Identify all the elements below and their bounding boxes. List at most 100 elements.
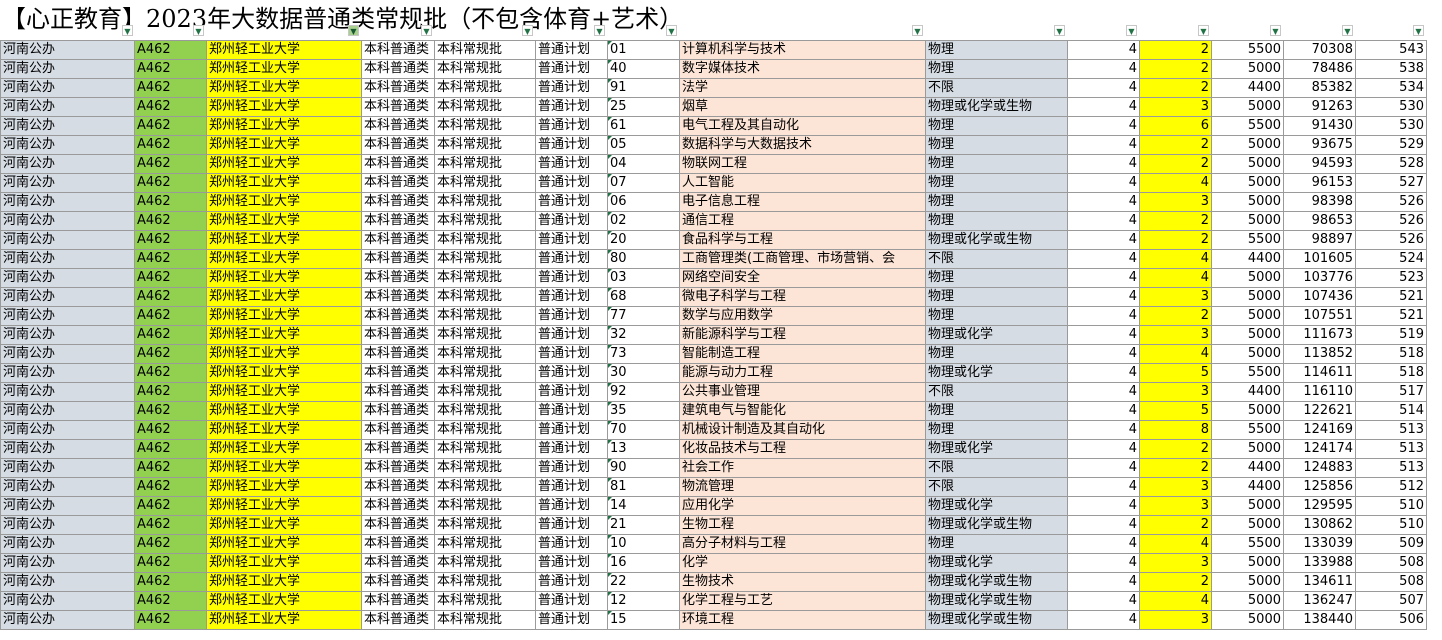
province-cell[interactable]: 河南公办 bbox=[0, 401, 135, 421]
subject-requirement-cell[interactable]: 不限 bbox=[925, 249, 1068, 269]
duration-years-cell[interactable]: 4 bbox=[1067, 363, 1140, 383]
plan-count-cell[interactable]: 2 bbox=[1139, 515, 1212, 535]
school-code-cell[interactable]: A462 bbox=[134, 591, 207, 611]
batch-cell[interactable]: 本科常规批 bbox=[434, 173, 536, 193]
min-rank-cell[interactable]: 93675 bbox=[1283, 135, 1356, 155]
subject-requirement-cell[interactable]: 物理 bbox=[925, 287, 1068, 307]
filter-dropdown-plan-count[interactable]: ▼ bbox=[1198, 25, 1209, 36]
min-score-cell[interactable]: 530 bbox=[1355, 97, 1427, 117]
min-score-cell[interactable]: 514 bbox=[1355, 401, 1427, 421]
min-score-cell[interactable]: 513 bbox=[1355, 420, 1427, 440]
major-code-cell[interactable]: 10 bbox=[607, 534, 680, 554]
category-cell[interactable]: 本科普通类 bbox=[361, 97, 435, 117]
plan-count-cell[interactable]: 3 bbox=[1139, 477, 1212, 497]
province-cell[interactable]: 河南公办 bbox=[0, 211, 135, 231]
min-rank-cell[interactable]: 122621 bbox=[1283, 401, 1356, 421]
plan-type-cell[interactable]: 普通计划 bbox=[535, 116, 608, 136]
plan-type-cell[interactable]: 普通计划 bbox=[535, 553, 608, 573]
plan-type-cell[interactable]: 普通计划 bbox=[535, 97, 608, 117]
category-cell[interactable]: 本科普通类 bbox=[361, 515, 435, 535]
major-name-cell[interactable]: 计算机科学与技术 bbox=[679, 40, 926, 60]
min-rank-cell[interactable]: 125856 bbox=[1283, 477, 1356, 497]
category-cell[interactable]: 本科普通类 bbox=[361, 173, 435, 193]
tuition-fee-cell[interactable]: 5500 bbox=[1211, 534, 1284, 554]
category-cell[interactable]: 本科普通类 bbox=[361, 59, 435, 79]
batch-cell[interactable]: 本科常规批 bbox=[434, 553, 536, 573]
category-cell[interactable]: 本科普通类 bbox=[361, 439, 435, 459]
subject-requirement-cell[interactable]: 物理或化学或生物 bbox=[925, 610, 1068, 630]
duration-years-cell[interactable]: 4 bbox=[1067, 40, 1140, 60]
plan-type-cell[interactable]: 普通计划 bbox=[535, 192, 608, 212]
tuition-fee-cell[interactable]: 5500 bbox=[1211, 230, 1284, 250]
school-code-cell[interactable]: A462 bbox=[134, 382, 207, 402]
province-cell[interactable]: 河南公办 bbox=[0, 515, 135, 535]
province-cell[interactable]: 河南公办 bbox=[0, 534, 135, 554]
category-cell[interactable]: 本科普通类 bbox=[361, 306, 435, 326]
subject-requirement-cell[interactable]: 不限 bbox=[925, 477, 1068, 497]
major-name-cell[interactable]: 智能制造工程 bbox=[679, 344, 926, 364]
province-cell[interactable]: 河南公办 bbox=[0, 230, 135, 250]
duration-years-cell[interactable]: 4 bbox=[1067, 610, 1140, 630]
duration-years-cell[interactable]: 4 bbox=[1067, 325, 1140, 345]
school-code-cell[interactable]: A462 bbox=[134, 211, 207, 231]
plan-count-cell[interactable]: 5 bbox=[1139, 363, 1212, 383]
min-rank-cell[interactable]: 101605 bbox=[1283, 249, 1356, 269]
major-code-cell[interactable]: 12 bbox=[607, 591, 680, 611]
tuition-fee-cell[interactable]: 5500 bbox=[1211, 116, 1284, 136]
duration-years-cell[interactable]: 4 bbox=[1067, 420, 1140, 440]
tuition-fee-cell[interactable]: 4400 bbox=[1211, 458, 1284, 478]
plan-type-cell[interactable]: 普通计划 bbox=[535, 382, 608, 402]
min-score-cell[interactable]: 518 bbox=[1355, 344, 1427, 364]
batch-cell[interactable]: 本科常规批 bbox=[434, 306, 536, 326]
university-cell[interactable]: 郑州轻工业大学 bbox=[206, 553, 362, 573]
major-code-cell[interactable]: 14 bbox=[607, 496, 680, 516]
school-code-cell[interactable]: A462 bbox=[134, 534, 207, 554]
plan-count-cell[interactable]: 3 bbox=[1139, 553, 1212, 573]
batch-cell[interactable]: 本科常规批 bbox=[434, 496, 536, 516]
plan-type-cell[interactable]: 普通计划 bbox=[535, 515, 608, 535]
school-code-cell[interactable]: A462 bbox=[134, 306, 207, 326]
university-cell[interactable]: 郑州轻工业大学 bbox=[206, 154, 362, 174]
province-cell[interactable]: 河南公办 bbox=[0, 477, 135, 497]
province-cell[interactable]: 河南公办 bbox=[0, 306, 135, 326]
major-name-cell[interactable]: 数据科学与大数据技术 bbox=[679, 135, 926, 155]
tuition-fee-cell[interactable]: 4400 bbox=[1211, 78, 1284, 98]
min-rank-cell[interactable]: 138440 bbox=[1283, 610, 1356, 630]
min-score-cell[interactable]: 510 bbox=[1355, 515, 1427, 535]
category-cell[interactable]: 本科普通类 bbox=[361, 477, 435, 497]
school-code-cell[interactable]: A462 bbox=[134, 40, 207, 60]
tuition-fee-cell[interactable]: 5500 bbox=[1211, 420, 1284, 440]
school-code-cell[interactable]: A462 bbox=[134, 116, 207, 136]
batch-cell[interactable]: 本科常规批 bbox=[434, 192, 536, 212]
province-cell[interactable]: 河南公办 bbox=[0, 97, 135, 117]
major-code-cell[interactable]: 20 bbox=[607, 230, 680, 250]
school-code-cell[interactable]: A462 bbox=[134, 325, 207, 345]
plan-count-cell[interactable]: 3 bbox=[1139, 325, 1212, 345]
province-cell[interactable]: 河南公办 bbox=[0, 591, 135, 611]
major-code-cell[interactable]: 81 bbox=[607, 477, 680, 497]
min-rank-cell[interactable]: 133039 bbox=[1283, 534, 1356, 554]
plan-count-cell[interactable]: 4 bbox=[1139, 249, 1212, 269]
filter-dropdown-province[interactable]: ▼ bbox=[122, 25, 133, 36]
plan-type-cell[interactable]: 普通计划 bbox=[535, 572, 608, 592]
filter-dropdown-score[interactable]: ▼ bbox=[1413, 25, 1424, 36]
major-code-cell[interactable]: 32 bbox=[607, 325, 680, 345]
plan-count-cell[interactable]: 3 bbox=[1139, 610, 1212, 630]
major-name-cell[interactable]: 机械设计制造及其自动化 bbox=[679, 420, 926, 440]
province-cell[interactable]: 河南公办 bbox=[0, 420, 135, 440]
duration-years-cell[interactable]: 4 bbox=[1067, 553, 1140, 573]
province-cell[interactable]: 河南公办 bbox=[0, 78, 135, 98]
min-rank-cell[interactable]: 134611 bbox=[1283, 572, 1356, 592]
min-score-cell[interactable]: 521 bbox=[1355, 306, 1427, 326]
university-cell[interactable]: 郑州轻工业大学 bbox=[206, 477, 362, 497]
school-code-cell[interactable]: A462 bbox=[134, 287, 207, 307]
plan-type-cell[interactable]: 普通计划 bbox=[535, 173, 608, 193]
university-cell[interactable]: 郑州轻工业大学 bbox=[206, 591, 362, 611]
tuition-fee-cell[interactable]: 5000 bbox=[1211, 173, 1284, 193]
school-code-cell[interactable]: A462 bbox=[134, 268, 207, 288]
plan-count-cell[interactable]: 3 bbox=[1139, 97, 1212, 117]
major-code-cell[interactable]: 25 bbox=[607, 97, 680, 117]
major-name-cell[interactable]: 生物技术 bbox=[679, 572, 926, 592]
plan-count-cell[interactable]: 2 bbox=[1139, 211, 1212, 231]
category-cell[interactable]: 本科普通类 bbox=[361, 268, 435, 288]
